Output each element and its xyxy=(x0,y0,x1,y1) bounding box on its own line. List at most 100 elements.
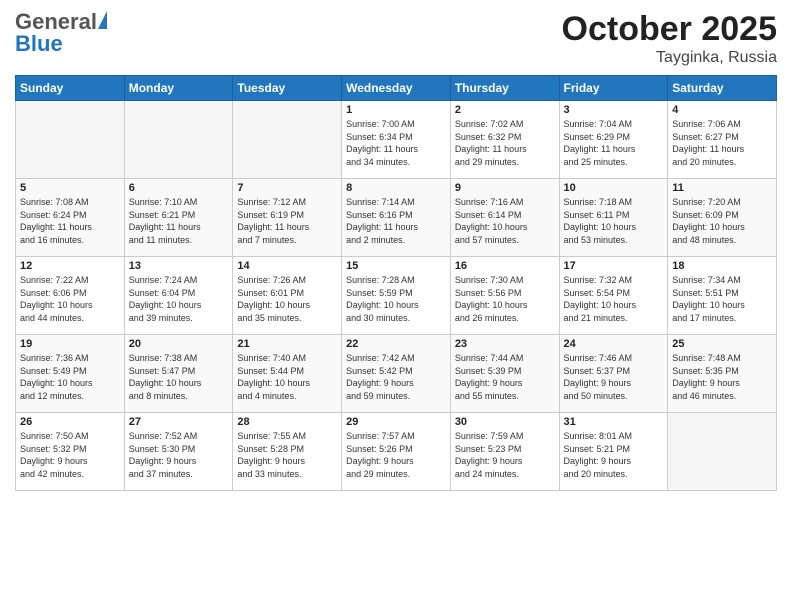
calendar-cell: 18 Sunrise: 7:34 AM Sunset: 5:51 PM Dayli… xyxy=(668,257,777,335)
calendar-cell: 23 Sunrise: 7:44 AM Sunset: 5:39 PM Dayli… xyxy=(450,335,559,413)
day-info: Sunrise: 7:40 AM Sunset: 5:44 PM Dayligh… xyxy=(237,352,337,402)
day-info: Sunrise: 7:18 AM Sunset: 6:11 PM Dayligh… xyxy=(564,196,664,246)
day-number: 31 xyxy=(564,416,664,428)
day-info: Sunrise: 7:30 AM Sunset: 5:56 PM Dayligh… xyxy=(455,274,555,324)
day-number: 25 xyxy=(672,338,772,350)
day-info: Sunrise: 7:04 AM Sunset: 6:29 PM Dayligh… xyxy=(564,118,664,168)
day-info: Sunrise: 7:12 AM Sunset: 6:19 PM Dayligh… xyxy=(237,196,337,246)
calendar-cell: 8 Sunrise: 7:14 AM Sunset: 6:16 PM Daylig… xyxy=(342,179,451,257)
calendar-cell: 17Sunrise: 7:32 AM Sunset: 5:54 PM Dayli… xyxy=(559,257,668,335)
logo-blue: Blue xyxy=(15,32,63,56)
calendar-cell: 11 Sunrise: 7:20 AM Sunset: 6:09 PM Dayli… xyxy=(668,179,777,257)
day-number: 29 xyxy=(346,416,446,428)
day-number: 4 xyxy=(672,104,772,116)
day-info: Sunrise: 7:48 AM Sunset: 5:35 PM Dayligh… xyxy=(672,352,772,402)
calendar-cell: 25 Sunrise: 7:48 AM Sunset: 5:35 PM Dayli… xyxy=(668,335,777,413)
day-info: Sunrise: 7:10 AM Sunset: 6:21 PM Dayligh… xyxy=(129,196,229,246)
day-info: Sunrise: 7:08 AM Sunset: 6:24 PM Dayligh… xyxy=(20,196,120,246)
weekday-header-wednesday: Wednesday xyxy=(342,76,451,101)
day-info: Sunrise: 7:38 AM Sunset: 5:47 PM Dayligh… xyxy=(129,352,229,402)
calendar-cell: 13 Sunrise: 7:24 AM Sunset: 6:04 PM Dayli… xyxy=(124,257,233,335)
calendar-cell: 10 Sunrise: 7:18 AM Sunset: 6:11 PM Dayli… xyxy=(559,179,668,257)
weekday-header-friday: Friday xyxy=(559,76,668,101)
day-number: 2 xyxy=(455,104,555,116)
calendar-cell: 21 Sunrise: 7:40 AM Sunset: 5:44 PM Dayli… xyxy=(233,335,342,413)
day-number: 30 xyxy=(455,416,555,428)
calendar-cell: 27 Sunrise: 7:52 AM Sunset: 5:30 PM Dayli… xyxy=(124,413,233,491)
calendar-cell: 14Sunrise: 7:26 AM Sunset: 6:01 PM Dayli… xyxy=(233,257,342,335)
weekday-header-sunday: Sunday xyxy=(16,76,125,101)
day-number: 16 xyxy=(455,260,555,272)
calendar-cell: 24 Sunrise: 7:46 AM Sunset: 5:37 PM Dayli… xyxy=(559,335,668,413)
day-info: Sunrise: 7:44 AM Sunset: 5:39 PM Dayligh… xyxy=(455,352,555,402)
day-number: 21 xyxy=(237,338,337,350)
logo-triangle-icon xyxy=(98,11,107,29)
day-number: 15 xyxy=(346,260,446,272)
day-info: Sunrise: 7:16 AM Sunset: 6:14 PM Dayligh… xyxy=(455,196,555,246)
weekday-header-saturday: Saturday xyxy=(668,76,777,101)
day-info: Sunrise: 7:52 AM Sunset: 5:30 PM Dayligh… xyxy=(129,430,229,480)
day-info: Sunrise: 7:20 AM Sunset: 6:09 PM Dayligh… xyxy=(672,196,772,246)
day-info: Sunrise: 7:28 AM Sunset: 5:59 PM Dayligh… xyxy=(346,274,446,324)
day-info: Sunrise: 8:01 AM Sunset: 5:21 PM Dayligh… xyxy=(564,430,664,480)
calendar-cell: 7 Sunrise: 7:12 AM Sunset: 6:19 PM Daylig… xyxy=(233,179,342,257)
day-info: Sunrise: 7:34 AM Sunset: 5:51 PM Dayligh… xyxy=(672,274,772,324)
day-info: Sunrise: 7:50 AM Sunset: 5:32 PM Dayligh… xyxy=(20,430,120,480)
day-number: 20 xyxy=(129,338,229,350)
day-number: 10 xyxy=(564,182,664,194)
calendar-cell: 6 Sunrise: 7:10 AM Sunset: 6:21 PM Daylig… xyxy=(124,179,233,257)
calendar-cell: 22Sunrise: 7:42 AM Sunset: 5:42 PM Dayli… xyxy=(342,335,451,413)
day-info: Sunrise: 7:24 AM Sunset: 6:04 PM Dayligh… xyxy=(129,274,229,324)
day-info: Sunrise: 7:22 AM Sunset: 6:06 PM Dayligh… xyxy=(20,274,120,324)
day-number: 24 xyxy=(564,338,664,350)
calendar-cell xyxy=(233,101,342,179)
calendar-cell: 16 Sunrise: 7:30 AM Sunset: 5:56 PM Dayli… xyxy=(450,257,559,335)
day-info: Sunrise: 7:46 AM Sunset: 5:37 PM Dayligh… xyxy=(564,352,664,402)
calendar-cell: 5Sunrise: 7:08 AM Sunset: 6:24 PM Daylig… xyxy=(16,179,125,257)
calendar-cell xyxy=(16,101,125,179)
day-info: Sunrise: 7:57 AM Sunset: 5:26 PM Dayligh… xyxy=(346,430,446,480)
day-number: 1 xyxy=(346,104,446,116)
week-row-1: 1 Sunrise: 7:00 AM Sunset: 6:34 PM Daylig… xyxy=(16,101,777,179)
day-number: 7 xyxy=(237,182,337,194)
day-info: Sunrise: 7:14 AM Sunset: 6:16 PM Dayligh… xyxy=(346,196,446,246)
day-info: Sunrise: 7:42 AM Sunset: 5:42 PM Dayligh… xyxy=(346,352,446,402)
day-number: 27 xyxy=(129,416,229,428)
day-number: 17 xyxy=(564,260,664,272)
day-number: 6 xyxy=(129,182,229,194)
day-number: 14 xyxy=(237,260,337,272)
day-info: Sunrise: 7:55 AM Sunset: 5:28 PM Dayligh… xyxy=(237,430,337,480)
day-number: 26 xyxy=(20,416,120,428)
calendar-cell xyxy=(124,101,233,179)
calendar-cell: 2Sunrise: 7:02 AM Sunset: 6:32 PM Daylig… xyxy=(450,101,559,179)
day-number: 28 xyxy=(237,416,337,428)
day-info: Sunrise: 7:00 AM Sunset: 6:34 PM Dayligh… xyxy=(346,118,446,168)
calendar-cell: 29 Sunrise: 7:57 AM Sunset: 5:26 PM Dayli… xyxy=(342,413,451,491)
weekday-header-monday: Monday xyxy=(124,76,233,101)
calendar-cell: 28 Sunrise: 7:55 AM Sunset: 5:28 PM Dayli… xyxy=(233,413,342,491)
calendar-cell: 31 Sunrise: 8:01 AM Sunset: 5:21 PM Dayli… xyxy=(559,413,668,491)
calendar-cell: 26 Sunrise: 7:50 AM Sunset: 5:32 PM Dayli… xyxy=(16,413,125,491)
day-info: Sunrise: 7:59 AM Sunset: 5:23 PM Dayligh… xyxy=(455,430,555,480)
location: Tayginka, Russia xyxy=(562,49,777,67)
title-block: October 2025 Tayginka, Russia xyxy=(562,10,777,67)
day-number: 19 xyxy=(20,338,120,350)
weekday-header-row: SundayMondayTuesdayWednesdayThursdayFrid… xyxy=(16,76,777,101)
week-row-5: 26 Sunrise: 7:50 AM Sunset: 5:32 PM Dayli… xyxy=(16,413,777,491)
calendar-cell: 19 Sunrise: 7:36 AM Sunset: 5:49 PM Dayli… xyxy=(16,335,125,413)
day-number: 23 xyxy=(455,338,555,350)
week-row-4: 19 Sunrise: 7:36 AM Sunset: 5:49 PM Dayli… xyxy=(16,335,777,413)
day-number: 12 xyxy=(20,260,120,272)
day-number: 8 xyxy=(346,182,446,194)
day-number: 13 xyxy=(129,260,229,272)
day-number: 11 xyxy=(672,182,772,194)
day-info: Sunrise: 7:36 AM Sunset: 5:49 PM Dayligh… xyxy=(20,352,120,402)
calendar-cell: 1 Sunrise: 7:00 AM Sunset: 6:34 PM Daylig… xyxy=(342,101,451,179)
calendar-cell: 30 Sunrise: 7:59 AM Sunset: 5:23 PM Dayli… xyxy=(450,413,559,491)
day-number: 18 xyxy=(672,260,772,272)
day-info: Sunrise: 7:06 AM Sunset: 6:27 PM Dayligh… xyxy=(672,118,772,168)
weekday-header-tuesday: Tuesday xyxy=(233,76,342,101)
page: General Blue October 2025 Tayginka, Russ… xyxy=(0,0,792,612)
calendar-cell: 15 Sunrise: 7:28 AM Sunset: 5:59 PM Dayli… xyxy=(342,257,451,335)
month-title: October 2025 xyxy=(562,10,777,49)
